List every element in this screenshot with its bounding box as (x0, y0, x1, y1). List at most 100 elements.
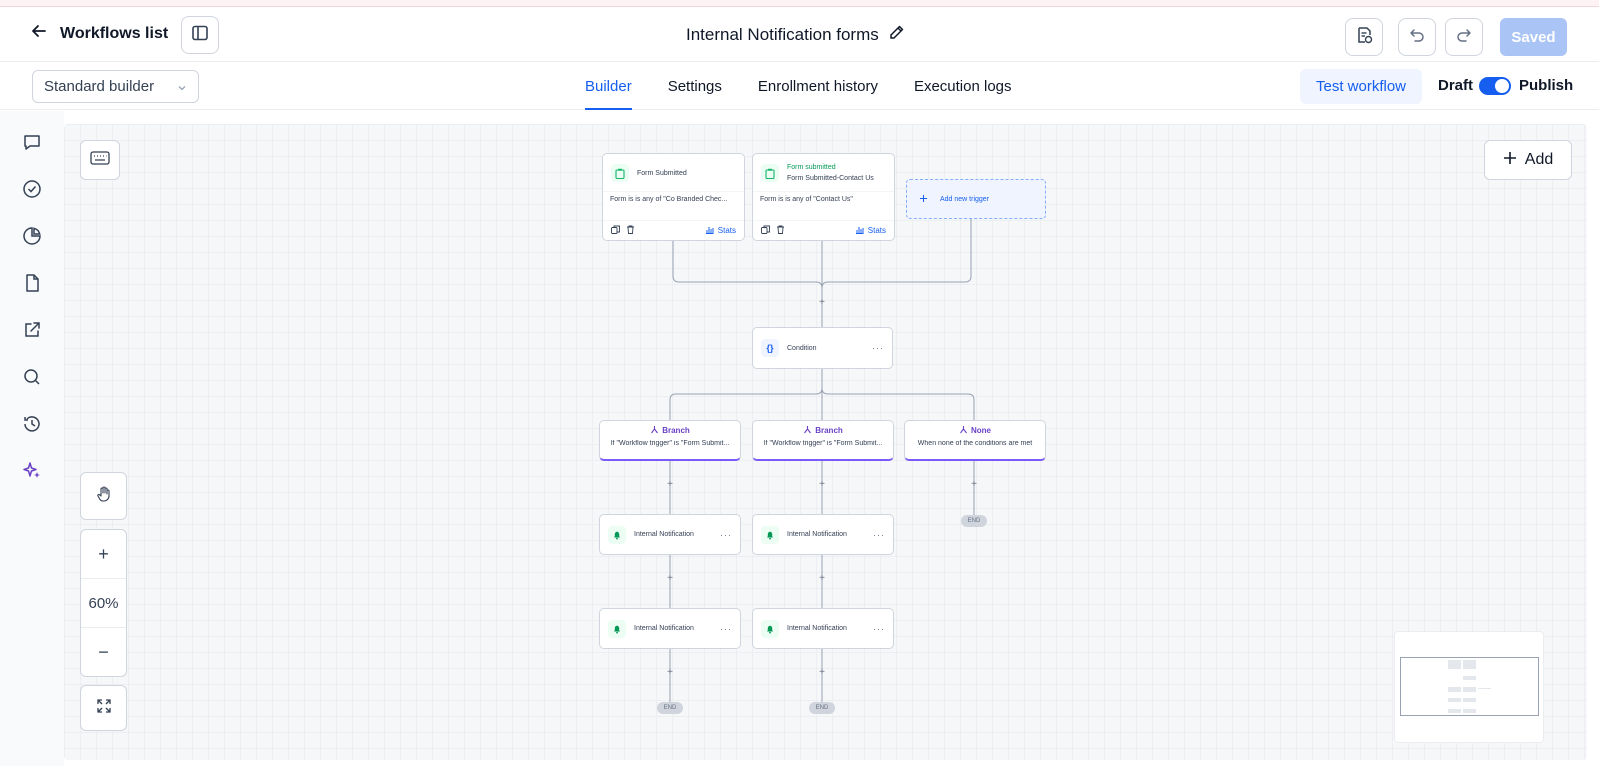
publish-toggle[interactable] (1479, 77, 1511, 95)
redo-icon (1455, 26, 1473, 49)
stats-link[interactable]: Stats (705, 225, 736, 236)
branch-title-text: Branch (662, 426, 690, 435)
trigger-card[interactable]: Form Submitted Form is is any of "Co Bra… (602, 153, 745, 241)
chat-icon[interactable] (21, 131, 43, 153)
branch-title: None (905, 425, 1045, 436)
branch-icon (650, 425, 659, 436)
check-circle-icon[interactable] (21, 178, 43, 200)
pencil-icon[interactable] (889, 24, 905, 45)
back-to-workflows-link[interactable]: Workflows list (30, 22, 168, 45)
add-step-button[interactable]: + (817, 298, 827, 308)
braces-icon: {} (761, 339, 779, 357)
internal-notification-node[interactable]: Internal Notification ··· (752, 514, 894, 555)
clipboard-icon (761, 164, 779, 182)
branch-title: Branch (753, 425, 893, 436)
workflow-canvas[interactable]: Add + 60% − Form Submitted Form is is an… (64, 124, 1587, 760)
sparkle-icon[interactable] (21, 460, 43, 482)
bell-icon (608, 525, 626, 544)
copy-icon[interactable] (611, 225, 620, 236)
builder-select-value: Standard builder (44, 78, 155, 95)
fit-view-button[interactable] (80, 685, 127, 731)
add-step-button[interactable]: + (817, 480, 827, 490)
end-marker: END (809, 702, 835, 714)
clock-history-icon[interactable] (21, 413, 43, 435)
trigger-footer: Stats (753, 220, 894, 240)
condition-label: Condition (787, 344, 817, 352)
more-options-icon[interactable]: ··· (873, 530, 885, 540)
branch-description: If "Workflow trigger" is "Form Submit... (610, 440, 730, 447)
top-strip (0, 0, 1599, 7)
add-step-button[interactable]: + (969, 480, 979, 490)
add-step-button[interactable]: + (817, 668, 827, 678)
tab-execution-logs[interactable]: Execution logs (914, 62, 1012, 110)
branch-description: If "Workflow trigger" is "Form Submit... (763, 440, 883, 447)
bell-icon (761, 619, 779, 638)
add-new-trigger-button[interactable]: Add new trigger (906, 179, 1046, 219)
page-title: Internal Notification forms (686, 24, 879, 44)
end-marker: END (961, 515, 987, 527)
undo-button[interactable] (1398, 18, 1436, 56)
action-label: Internal Notification (787, 531, 847, 538)
add-button[interactable]: Add (1484, 140, 1572, 180)
bar-chart-icon (705, 225, 714, 236)
action-label: Internal Notification (634, 531, 694, 538)
action-label: Internal Notification (634, 625, 694, 632)
zoom-out-button[interactable]: − (81, 628, 126, 677)
back-label: Workflows list (60, 24, 169, 42)
toggle-sidebar-button[interactable] (181, 16, 219, 54)
pie-chart-icon[interactable] (21, 225, 43, 247)
trash-icon[interactable] (626, 225, 635, 236)
branch-node-none[interactable]: None When none of the conditions are met (904, 420, 1046, 461)
tab-enrollment-history[interactable]: Enrollment history (758, 62, 878, 110)
external-link-icon[interactable] (21, 319, 43, 341)
stats-link[interactable]: Stats (855, 225, 886, 236)
keyboard-shortcuts-button[interactable] (80, 140, 120, 180)
file-icon[interactable] (21, 272, 43, 294)
search-icon[interactable] (21, 366, 43, 388)
trash-icon[interactable] (776, 225, 785, 236)
bell-icon (608, 619, 626, 638)
internal-notification-node[interactable]: Internal Notification ··· (599, 608, 741, 649)
internal-notification-node[interactable]: Internal Notification ··· (752, 608, 894, 649)
branch-node[interactable]: Branch If "Workflow trigger" is "Form Su… (752, 420, 894, 461)
arrow-left-icon (30, 22, 48, 45)
internal-notification-node[interactable]: Internal Notification ··· (599, 514, 741, 555)
tab-settings[interactable]: Settings (668, 62, 722, 110)
bell-icon (761, 525, 779, 544)
minimap[interactable] (1394, 631, 1544, 743)
more-options-icon[interactable]: ··· (872, 343, 884, 353)
publish-label: Publish (1519, 77, 1574, 94)
copy-icon[interactable] (761, 225, 770, 236)
trigger-card[interactable]: Form submitted Form Submitted-Contact Us… (752, 153, 895, 241)
more-options-icon[interactable]: ··· (720, 530, 732, 540)
builder-type-select[interactable]: Standard builder (32, 70, 199, 103)
zoom-in-button[interactable]: + (81, 530, 126, 579)
bar-chart-icon (855, 225, 864, 236)
keyboard-icon (90, 150, 110, 170)
workflow-report-button[interactable] (1345, 18, 1383, 56)
branch-description: When none of the conditions are met (917, 440, 1033, 447)
end-marker: END (657, 702, 683, 714)
sub-toolbar: Standard builder Builder Settings Enroll… (0, 62, 1599, 110)
trigger-title-group: Form submitted Form Submitted-Contact Us (787, 164, 874, 182)
add-step-button[interactable]: + (665, 480, 675, 490)
tab-builder[interactable]: Builder (585, 62, 632, 110)
add-step-button[interactable]: + (817, 574, 827, 584)
zoom-controls: + 60% − (80, 529, 127, 677)
saved-button[interactable]: Saved (1500, 18, 1567, 56)
workflow-title: Internal Notification forms (686, 24, 905, 45)
test-workflow-button[interactable]: Test workflow (1300, 69, 1422, 104)
branch-node[interactable]: Branch If "Workflow trigger" is "Form Su… (599, 420, 741, 461)
minimap-viewport[interactable] (1400, 657, 1539, 716)
pan-mode-button[interactable] (80, 472, 127, 520)
add-step-button[interactable]: + (665, 668, 675, 678)
condition-node[interactable]: {} Condition ··· (752, 327, 893, 369)
trigger-description: Form is is any of "Contact Us" (753, 191, 894, 203)
document-check-icon (1355, 26, 1373, 49)
left-rail (0, 111, 64, 766)
more-options-icon[interactable]: ··· (873, 624, 885, 634)
expand-icon (96, 698, 112, 719)
redo-button[interactable] (1445, 18, 1483, 56)
add-step-button[interactable]: + (665, 574, 675, 584)
more-options-icon[interactable]: ··· (720, 624, 732, 634)
